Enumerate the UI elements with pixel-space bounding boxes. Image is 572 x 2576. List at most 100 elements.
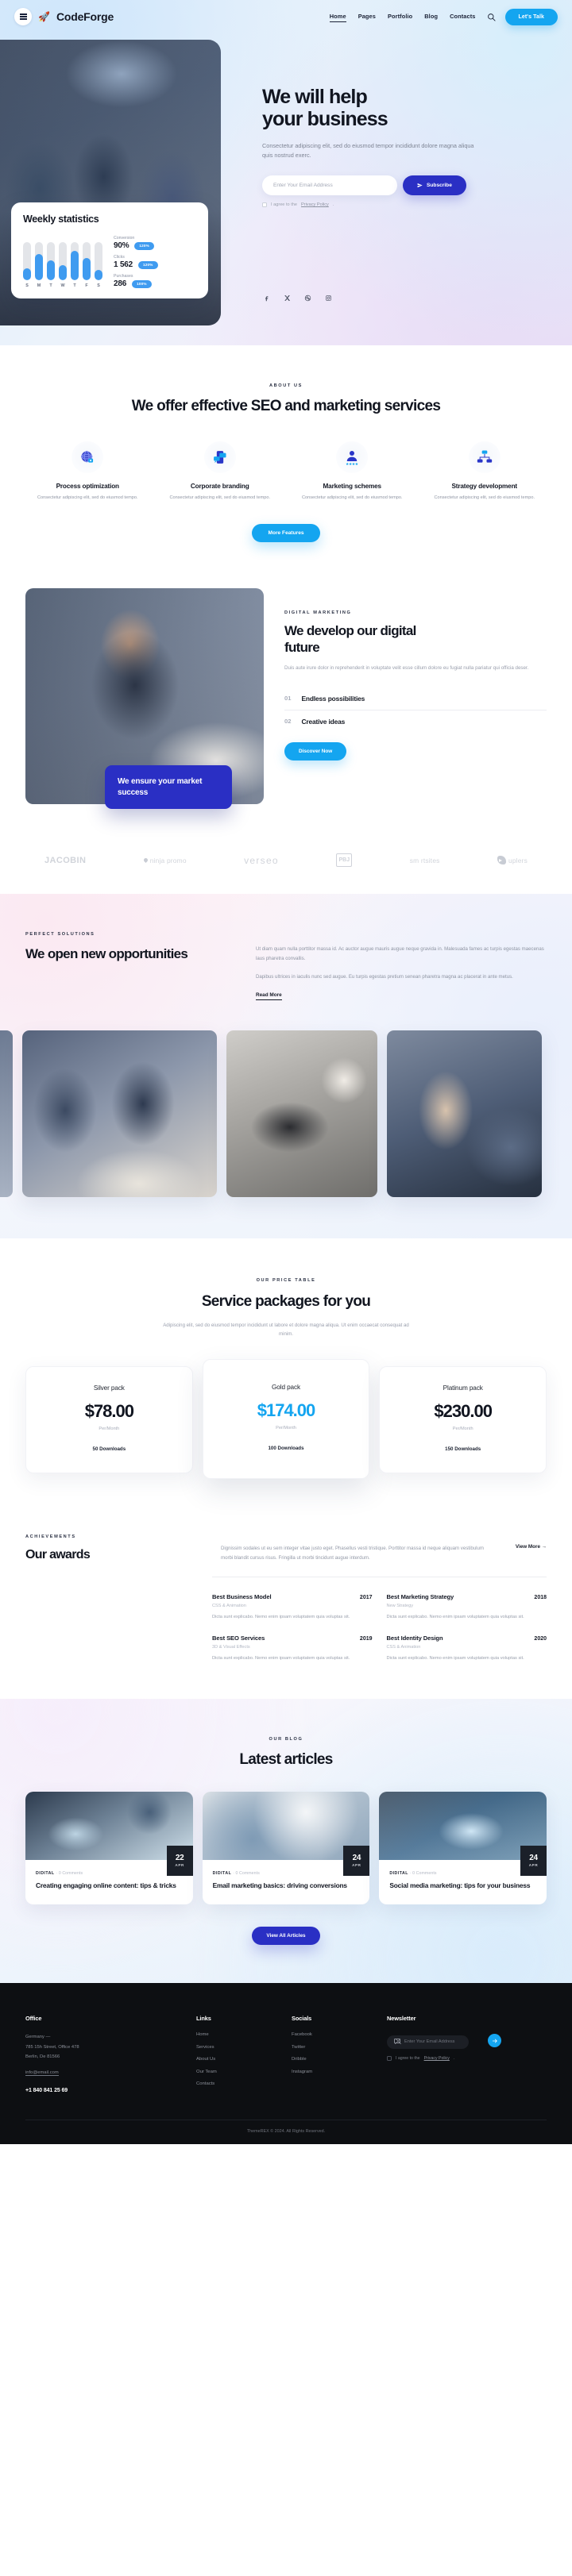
feature-title: Marketing schemes: [323, 482, 382, 490]
brand-logo[interactable]: 🚀 CodeForge: [14, 8, 114, 25]
stats-title: Weekly statistics: [23, 214, 99, 225]
nav-links: Home Pages Portfolio Blog Contacts: [329, 13, 476, 22]
view-all-articles-button[interactable]: View All Articles: [252, 1927, 320, 1946]
award-category: 3D & Visual Effects: [212, 1644, 250, 1650]
blog-category: DIDITAL: [389, 1870, 408, 1876]
feature-card[interactable]: Marketing schemes Consectetur adipiscing…: [290, 441, 415, 502]
pricing-title: Service packages for you: [201, 1292, 371, 1310]
blog-thumbnail: 24 APR: [202, 1791, 370, 1876]
blog-card[interactable]: 22 APR DIDITAL · 0 Comments Creating eng…: [25, 1791, 193, 1905]
footer-link-home[interactable]: Home: [196, 2032, 292, 2037]
bar-column: F: [83, 242, 91, 288]
list-item[interactable]: 02 Creative ideas: [284, 709, 547, 733]
feature-list: Process optimization Consectetur adipisc…: [25, 441, 547, 502]
market-success-badge: We ensure your market success: [105, 765, 232, 810]
footer-social-instagram[interactable]: Instagram: [292, 2070, 387, 2074]
list-item[interactable]: 01 Endless possibilities: [284, 687, 547, 710]
nav-item-home[interactable]: Home: [329, 13, 346, 22]
site-footer: Office Germany — 785 15h Street, Office …: [0, 1983, 572, 2144]
footer-social-dribble[interactable]: Dribble: [292, 2057, 387, 2062]
gallery-image-3[interactable]: [387, 1030, 542, 1197]
search-icon[interactable]: [487, 13, 496, 21]
hero-email-input[interactable]: [262, 175, 397, 196]
item-number: 02: [284, 718, 292, 726]
date-badge: 24 APR: [520, 1845, 547, 1876]
plan-card-gold[interactable]: Gold pack $174.00 Per/Month 100 Download…: [202, 1358, 370, 1479]
item-number: 01: [284, 695, 292, 703]
opportunities-eyebrow: PERFECT SOLUTIONS: [25, 932, 95, 938]
bar-label: S: [97, 283, 100, 288]
awards-left: ACHIEVEMENTS Our awards: [25, 1534, 202, 1563]
menu-burger-icon[interactable]: [14, 8, 32, 25]
awards-grid: Best Business Model 2017 CSS & Animation…: [212, 1577, 547, 1662]
footer-link-our-team[interactable]: Our Team: [196, 2070, 292, 2074]
hero-subscribe-button[interactable]: Subscribe: [403, 175, 466, 196]
gallery-image-2[interactable]: [226, 1030, 377, 1197]
feature-card[interactable]: Strategy development Consectetur adipisc…: [423, 441, 547, 502]
bar-label: W: [60, 283, 65, 288]
feature-card[interactable]: Corporate branding Consectetur adipiscin…: [158, 441, 283, 502]
nav-item-contacts[interactable]: Contacts: [450, 13, 475, 21]
hero-subscribe-form: Subscribe: [262, 175, 556, 196]
plan-card-silver[interactable]: Silver pack $78.00 Per/Month 50 Download…: [25, 1365, 193, 1473]
feature-card[interactable]: Process optimization Consectetur adipisc…: [25, 441, 150, 502]
awards-view-more-link[interactable]: View More →: [516, 1534, 547, 1550]
feature-desc: Consectetur adipiscing elit, sed do eius…: [169, 495, 271, 500]
newsletter-agree-checkbox[interactable]: [387, 2055, 392, 2061]
plan-price: $174.00: [257, 1400, 316, 1420]
award-desc: Dicta sunt explicabo. Nemo enim ipsam vo…: [386, 1655, 524, 1661]
x-icon[interactable]: [283, 294, 291, 302]
about-title: We offer effective SEO and marketing ser…: [131, 398, 441, 414]
awards-paragraph: Dignissim sodales ut eu sem integer vita…: [221, 1545, 484, 1561]
dribbble-icon[interactable]: [303, 294, 311, 302]
metric-label: Clicks: [114, 255, 125, 260]
plan-period: Per/Month: [452, 1426, 473, 1431]
plan-card-platinum[interactable]: Platinum pack $230.00 Per/Month 150 Down…: [379, 1365, 547, 1473]
hero-agree-checkbox[interactable]: [262, 202, 267, 208]
plan-period: Per/Month: [99, 1426, 120, 1431]
blog-category: DIDITAL: [212, 1870, 232, 1876]
blog-eyebrow: OUR BLOG: [269, 1737, 303, 1742]
feature-title: Process optimization: [56, 482, 120, 490]
person-stars-icon: [336, 441, 369, 473]
footer-social-twitter[interactable]: Twitter: [292, 2045, 387, 2050]
footer-link-contacts[interactable]: Contacts: [196, 2081, 292, 2086]
gallery-image-1[interactable]: [22, 1030, 217, 1197]
page-title: We will help your business: [262, 86, 556, 131]
lets-talk-button[interactable]: Let's Talk: [504, 8, 558, 25]
instagram-icon[interactable]: [324, 294, 332, 302]
footer-links-list: Home Services About Us Our Team Contacts: [196, 2032, 292, 2086]
footer-link-services[interactable]: Services: [196, 2045, 292, 2050]
blog-card[interactable]: 24 APR DIDITAL · 0 Comments Social media…: [379, 1791, 547, 1905]
nav-item-pages[interactable]: Pages: [358, 13, 376, 21]
footer-links-column: Links Home Services About Us Our Team Co…: [196, 2015, 292, 2094]
footer-link-about-us[interactable]: About Us: [196, 2057, 292, 2062]
award-item: Best Identity Design 2020 CSS & Animatio…: [387, 1635, 547, 1662]
feature-desc: Consectetur adipiscing elit, sed do eius…: [434, 495, 535, 500]
discover-now-button[interactable]: Discover Now: [284, 741, 347, 760]
footer-phone: +1 840 841 25 69: [25, 2088, 68, 2093]
newsletter-privacy-link[interactable]: Privacy Policy: [424, 2056, 450, 2061]
weekly-statistics-card: Weekly statistics S M T W T F S Conversi…: [11, 202, 208, 298]
hero-socials: [262, 294, 332, 302]
hero-privacy-link[interactable]: Privacy Policy: [301, 202, 329, 207]
bar-column: S: [95, 242, 102, 288]
opportunities-gallery: [0, 1000, 572, 1238]
footer-email-link[interactable]: info@email.com: [25, 2070, 59, 2076]
newsletter-submit-button[interactable]: [488, 2034, 501, 2048]
facebook-icon[interactable]: [262, 294, 270, 302]
more-features-button[interactable]: More Features: [252, 524, 320, 543]
hero-agree-row[interactable]: I agree to the Privacy Policy.: [262, 202, 556, 208]
about-eyebrow: ABOUT US: [269, 383, 303, 388]
logo-uplers: uplers: [497, 856, 528, 865]
read-more-link[interactable]: Read More: [256, 992, 282, 1000]
nav-item-blog[interactable]: Blog: [424, 13, 438, 21]
pricing-plans: Silver pack $78.00 Per/Month 50 Download…: [25, 1358, 547, 1479]
nav-item-portfolio[interactable]: Portfolio: [388, 13, 412, 21]
main-navbar: 🚀 CodeForge Home Pages Portfolio Blog Co…: [0, 0, 572, 33]
footer-social-facebook[interactable]: Facebook: [292, 2032, 387, 2037]
address-line-3: Berlin, De 81566: [25, 2054, 60, 2059]
blog-card[interactable]: 24 APR DIDITAL · 0 Comments Email market…: [202, 1791, 370, 1905]
date-day: 24: [529, 1853, 538, 1862]
newsletter-agree-row[interactable]: I agree to the Privacy Policy.: [387, 2055, 547, 2061]
